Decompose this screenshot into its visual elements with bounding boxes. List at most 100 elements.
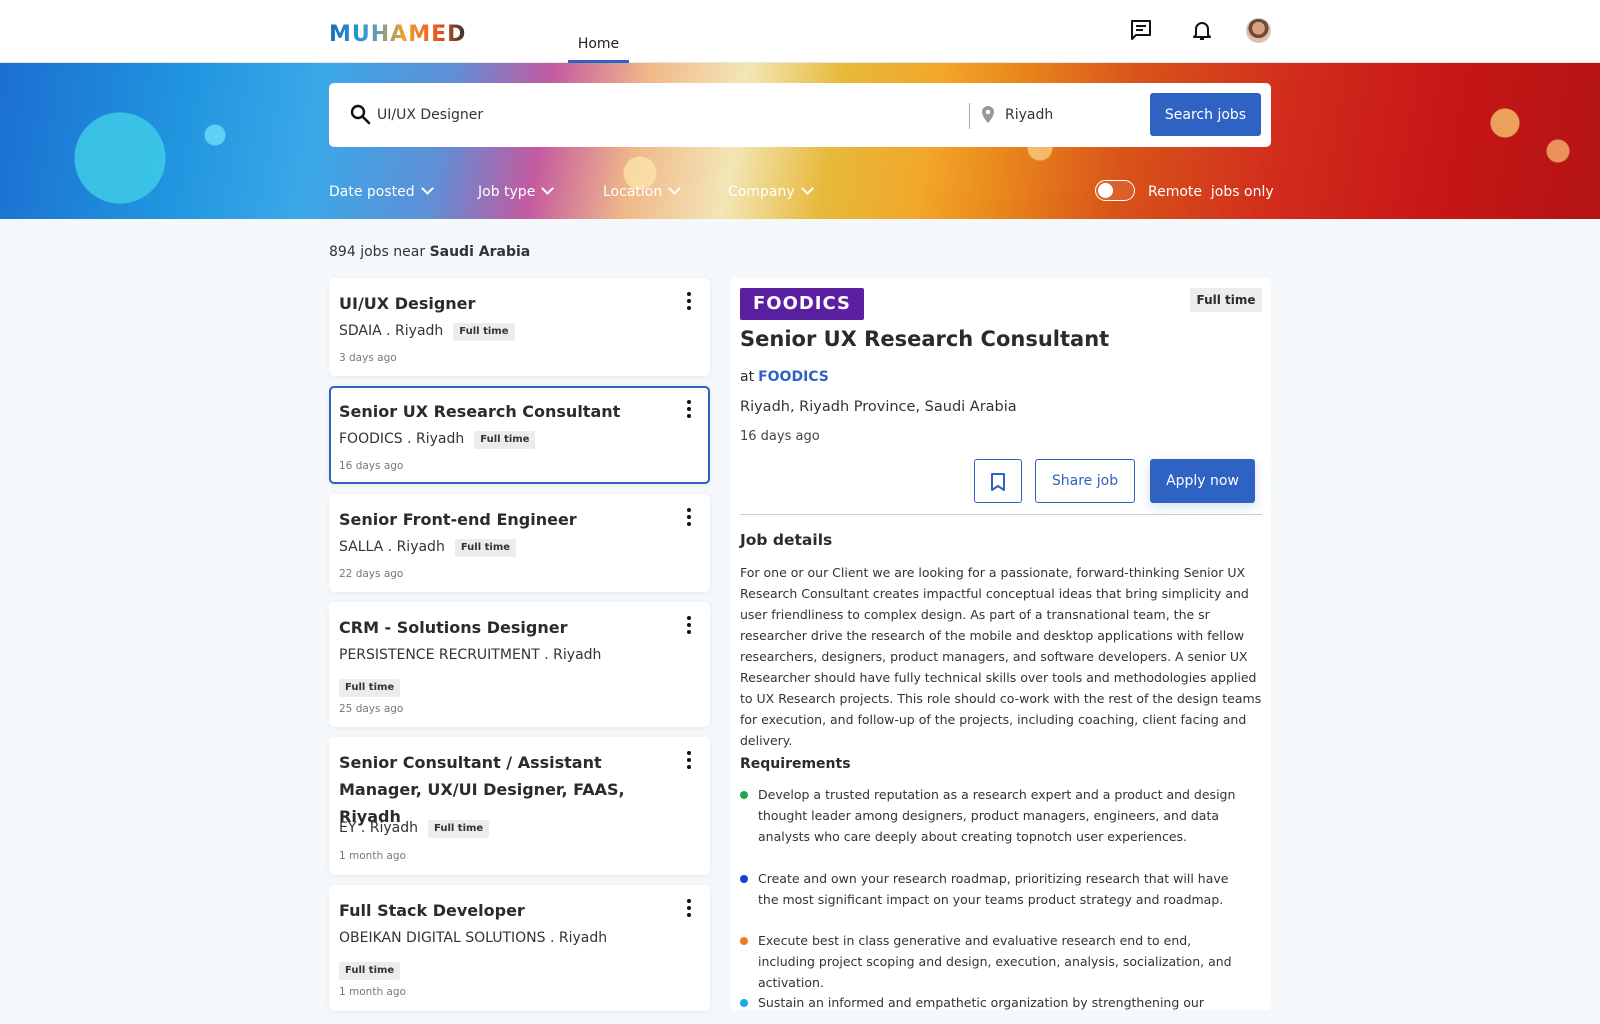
requirement-item: Execute best in class generative and eva… (740, 930, 1250, 993)
requirement-text: Execute best in class generative and eva… (758, 933, 1232, 990)
search-icon (349, 103, 371, 125)
job-age: 25 days ago (339, 703, 404, 715)
job-meta: SDAIA . Riyadh Full time (339, 321, 515, 342)
filter-job-type[interactable]: Job type (478, 180, 555, 204)
bullet-dot (740, 999, 748, 1007)
job-card[interactable]: Senior Consultant / Assistant Manager, U… (329, 737, 710, 875)
filter-job-type-label: Job type (478, 184, 536, 200)
job-title: Senior Front-end Engineer (339, 510, 577, 529)
job-card[interactable]: Senior Front-end Engineer SALLA . Riyadh… (329, 494, 710, 592)
search-divider (969, 103, 970, 129)
job-type-badge: Full time (339, 679, 401, 697)
bullet-dot (740, 875, 748, 883)
job-title: Full Stack Developer (339, 901, 525, 920)
filter-location[interactable]: Location (603, 180, 682, 204)
job-card[interactable]: Full Stack Developer OBEIKAN DIGITAL SOL… (329, 885, 710, 1011)
detail-job-title: Senior UX Research Consultant (740, 327, 1110, 351)
job-card-selected[interactable]: Senior UX Research Consultant FOODICS . … (329, 386, 710, 484)
filter-company-label: Company (728, 184, 795, 200)
job-company-location: OBEIKAN DIGITAL SOLUTIONS . Riyadh (339, 930, 608, 946)
results-region: Saudi Arabia (429, 244, 531, 260)
apply-now-button[interactable]: Apply now (1150, 459, 1255, 503)
detail-divider (740, 514, 1262, 515)
job-title: CRM - Solutions Designer (339, 618, 568, 637)
more-options-icon[interactable] (684, 899, 694, 919)
job-age: 1 month ago (339, 850, 406, 862)
job-card[interactable]: UI/UX Designer SDAIA . Riyadh Full time 3… (329, 278, 710, 376)
filter-location-label: Location (603, 184, 663, 200)
job-company-location: SALLA . Riyadh (339, 539, 445, 555)
detail-company-link[interactable]: FOODICS (758, 369, 829, 385)
brand-logo[interactable]: MUHAMED (329, 22, 466, 48)
job-detail-panel: FOODICS Full time Senior UX Research Con… (730, 278, 1271, 1010)
detail-company-line: at FOODICS (740, 366, 829, 388)
company-logo: FOODICS (740, 288, 864, 320)
share-job-button[interactable]: Share job (1035, 459, 1135, 503)
requirements-heading: Requirements (740, 756, 851, 772)
requirement-item: Sustain an informed and empathetic organ… (740, 992, 1250, 1010)
top-navbar: MUHAMED Home (0, 0, 1600, 63)
job-company-location: PERSISTENCE RECRUITMENT . Riyadh (339, 647, 602, 663)
message-icon[interactable] (1129, 18, 1153, 42)
more-options-icon[interactable] (684, 751, 694, 771)
job-title: Senior UX Research Consultant (339, 402, 621, 421)
job-details-heading: Job details (740, 531, 833, 549)
job-description: For one or our Client we are looking for… (740, 565, 1262, 748)
search-input[interactable] (377, 99, 937, 131)
location-pin-icon (980, 105, 996, 125)
job-meta: EY . Riyadh Full time (339, 818, 490, 839)
detail-job-type-badge: Full time (1190, 288, 1262, 312)
hero-banner: Search jobs Date posted Job type Locatio… (0, 63, 1600, 219)
job-title: UI/UX Designer (339, 294, 476, 313)
chevron-down-icon (800, 182, 814, 195)
job-meta: SALLA . Riyadh Full time (339, 537, 517, 558)
bookmark-icon (991, 473, 1005, 491)
requirement-item: Create and own your research roadmap, pr… (740, 868, 1250, 910)
more-options-icon[interactable] (684, 508, 694, 528)
requirement-text: Sustain an informed and empathetic organ… (758, 995, 1204, 1010)
results-number: 894 (329, 244, 356, 260)
job-company-location: FOODICS . Riyadh (339, 431, 465, 447)
job-meta: FOODICS . Riyadh Full time (339, 429, 536, 450)
search-jobs-button[interactable]: Search jobs (1150, 93, 1261, 136)
requirement-text: Create and own your research roadmap, pr… (758, 871, 1229, 907)
filter-date-posted-label: Date posted (329, 184, 415, 200)
bell-icon[interactable] (1190, 18, 1214, 42)
job-age: 16 days ago (339, 460, 404, 472)
detail-location: Riyadh, Riyadh Province, Saudi Arabia (740, 399, 1017, 415)
detail-posted-age: 16 days ago (740, 429, 820, 444)
requirement-item: Develop a trusted reputation as a resear… (740, 784, 1250, 847)
bullet-dot (740, 791, 748, 799)
location-input[interactable] (1005, 99, 1135, 131)
save-job-button[interactable] (974, 459, 1022, 503)
job-age: 22 days ago (339, 568, 404, 580)
toggle-knob (1098, 183, 1113, 198)
job-type-badge: Full time (428, 820, 490, 838)
job-company-location: EY . Riyadh (339, 820, 418, 836)
job-age: 3 days ago (339, 352, 397, 364)
bullet-dot (740, 937, 748, 945)
more-options-icon[interactable] (684, 400, 694, 420)
job-type-badge: Full time (453, 323, 515, 341)
remote-jobs-label: Remote jobs only (1148, 184, 1274, 200)
job-age: 1 month ago (339, 986, 406, 998)
remote-toggle[interactable] (1095, 180, 1135, 201)
results-count: 894 jobs near Saudi Arabia (329, 241, 530, 263)
results-near-text: jobs near (360, 244, 426, 260)
filter-company[interactable]: Company (728, 180, 814, 204)
more-options-icon[interactable] (684, 292, 694, 312)
requirement-text: Develop a trusted reputation as a resear… (758, 787, 1236, 844)
job-type-badge: Full time (339, 962, 401, 980)
filter-date-posted[interactable]: Date posted (329, 180, 434, 204)
nav-home-tab[interactable]: Home (568, 0, 629, 63)
search-bar: Search jobs (329, 83, 1271, 147)
job-type-badge: Full time (454, 539, 517, 557)
detail-at-label: at (740, 369, 755, 385)
job-company-location: SDAIA . Riyadh (339, 323, 444, 339)
avatar[interactable] (1246, 18, 1271, 43)
job-card[interactable]: CRM - Solutions Designer PERSISTENCE REC… (329, 602, 710, 727)
chevron-down-icon (420, 182, 434, 195)
chevron-down-icon (668, 182, 682, 195)
more-options-icon[interactable] (684, 616, 694, 636)
chevron-down-icon (541, 182, 555, 195)
